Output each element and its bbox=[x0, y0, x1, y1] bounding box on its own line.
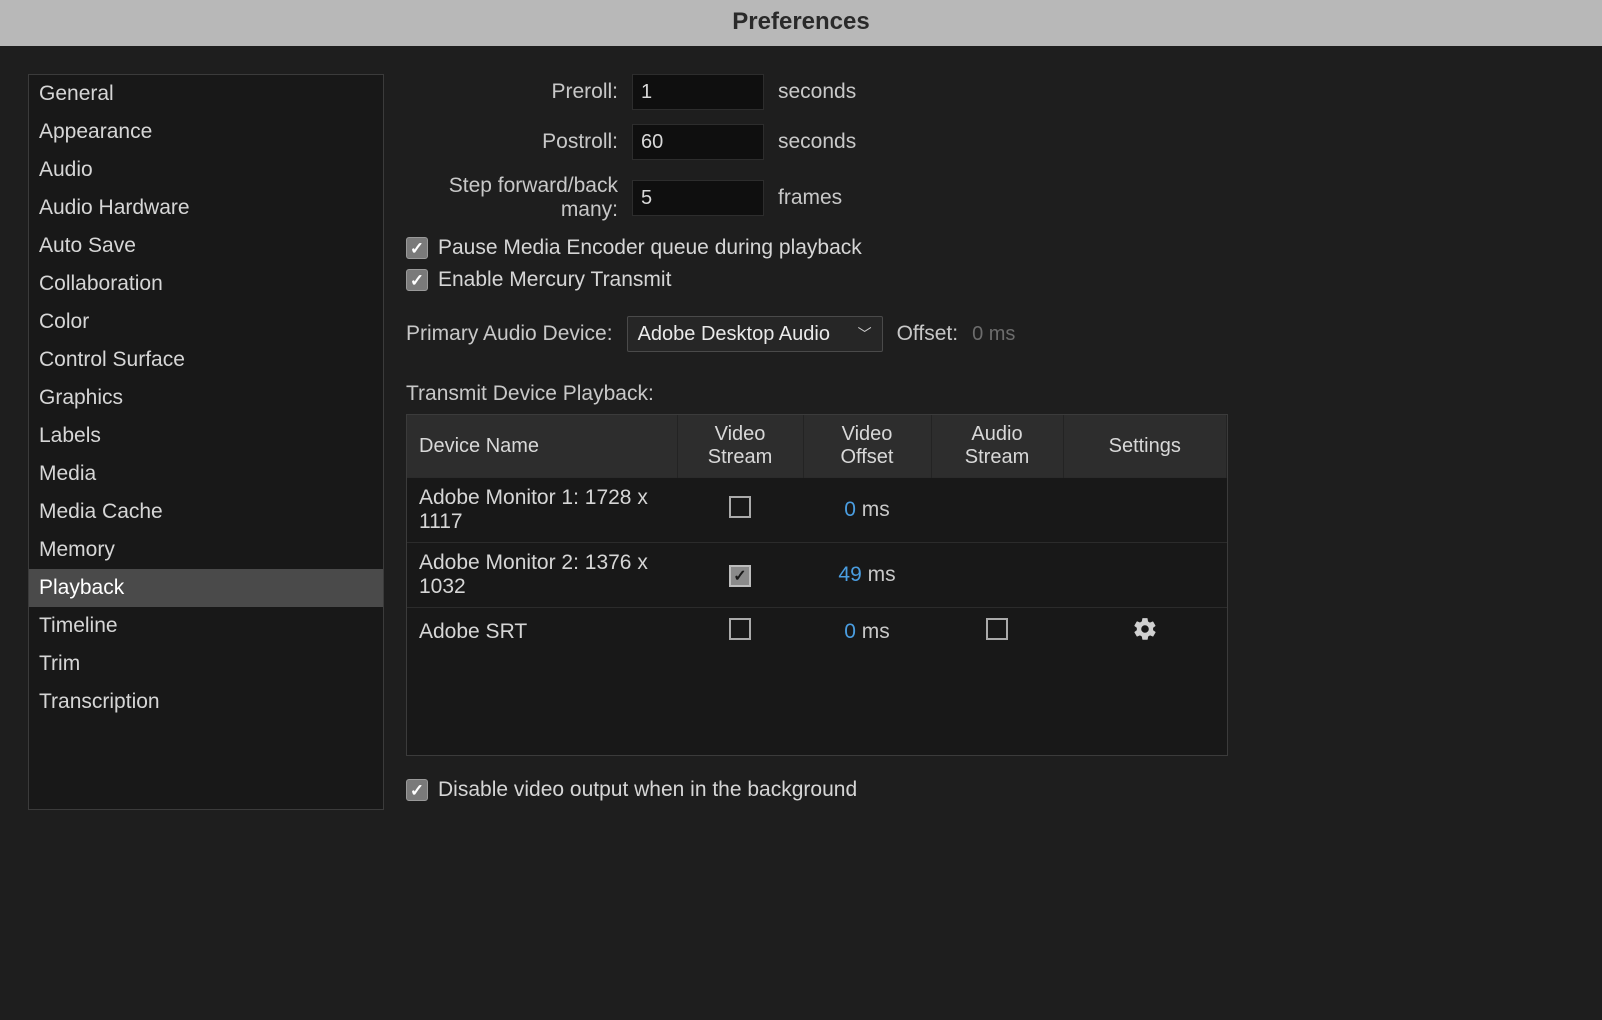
sidebar-item-audio[interactable]: Audio bbox=[29, 151, 383, 189]
device-name-cell: Adobe Monitor 1: 1728 x 1117 bbox=[407, 478, 677, 543]
sidebar-item-graphics[interactable]: Graphics bbox=[29, 379, 383, 417]
sidebar-item-memory[interactable]: Memory bbox=[29, 531, 383, 569]
audio-stream-checkbox[interactable] bbox=[986, 618, 1008, 640]
primary-audio-value: Adobe Desktop Audio bbox=[638, 323, 830, 346]
gear-icon[interactable] bbox=[1132, 616, 1158, 648]
video-stream-checkbox[interactable] bbox=[729, 565, 751, 587]
mercury-transmit-checkbox[interactable] bbox=[406, 269, 428, 291]
video-offset-cell[interactable]: 0 ms bbox=[803, 608, 931, 657]
device-name-cell: Adobe Monitor 2: 1376 x 1032 bbox=[407, 543, 677, 608]
primary-audio-label: Primary Audio Device: bbox=[406, 322, 613, 346]
device-name-cell: Adobe SRT bbox=[407, 608, 677, 657]
preroll-unit: seconds bbox=[778, 80, 856, 104]
sidebar-item-color[interactable]: Color bbox=[29, 303, 383, 341]
sidebar-item-trim[interactable]: Trim bbox=[29, 645, 383, 683]
step-label: Step forward/back many: bbox=[406, 174, 618, 222]
sidebar-item-labels[interactable]: Labels bbox=[29, 417, 383, 455]
col-video-offset[interactable]: Video Offset bbox=[803, 415, 931, 478]
window-title: Preferences bbox=[0, 0, 1602, 46]
step-input[interactable] bbox=[632, 180, 764, 216]
preroll-label: Preroll: bbox=[406, 80, 618, 104]
sidebar-item-timeline[interactable]: Timeline bbox=[29, 607, 383, 645]
video-stream-checkbox[interactable] bbox=[729, 496, 751, 518]
col-device-name[interactable]: Device Name bbox=[407, 415, 677, 478]
transmit-heading: Transmit Device Playback: bbox=[406, 382, 1582, 406]
offset-value: 0 ms bbox=[972, 323, 1015, 346]
postroll-label: Postroll: bbox=[406, 130, 618, 154]
step-unit: frames bbox=[778, 186, 842, 210]
video-offset-cell[interactable]: 49 ms bbox=[803, 543, 931, 608]
col-settings[interactable]: Settings bbox=[1063, 415, 1227, 478]
sidebar-item-control-surface[interactable]: Control Surface bbox=[29, 341, 383, 379]
pause-encoder-label: Pause Media Encoder queue during playbac… bbox=[438, 236, 862, 260]
sidebar-item-playback[interactable]: Playback bbox=[29, 569, 383, 607]
table-row: Adobe Monitor 2: 1376 x 1032 49 ms bbox=[407, 543, 1227, 608]
video-offset-cell[interactable]: 0 ms bbox=[803, 478, 931, 543]
primary-audio-dropdown[interactable]: Adobe Desktop Audio ﹀ bbox=[627, 316, 883, 352]
sidebar-item-media[interactable]: Media bbox=[29, 455, 383, 493]
transmit-table: Device Name Video Stream Video Offset Au… bbox=[406, 414, 1228, 756]
video-stream-checkbox[interactable] bbox=[729, 618, 751, 640]
chevron-down-icon: ﹀ bbox=[858, 324, 872, 344]
pause-encoder-checkbox[interactable] bbox=[406, 237, 428, 259]
col-video-stream[interactable]: Video Stream bbox=[677, 415, 803, 478]
sidebar-item-appearance[interactable]: Appearance bbox=[29, 113, 383, 151]
offset-label: Offset: bbox=[897, 322, 958, 346]
preroll-input[interactable] bbox=[632, 74, 764, 110]
disable-bg-label: Disable video output when in the backgro… bbox=[438, 778, 857, 802]
preferences-sidebar: GeneralAppearanceAudioAudio HardwareAuto… bbox=[28, 74, 384, 810]
table-row: Adobe Monitor 1: 1728 x 1117 0 ms bbox=[407, 478, 1227, 543]
sidebar-item-transcription[interactable]: Transcription bbox=[29, 683, 383, 721]
playback-panel: Preroll: seconds Postroll: seconds Step … bbox=[406, 74, 1592, 810]
sidebar-item-audio-hardware[interactable]: Audio Hardware bbox=[29, 189, 383, 227]
sidebar-item-media-cache[interactable]: Media Cache bbox=[29, 493, 383, 531]
mercury-transmit-label: Enable Mercury Transmit bbox=[438, 268, 671, 292]
sidebar-item-auto-save[interactable]: Auto Save bbox=[29, 227, 383, 265]
table-row: Adobe SRT 0 ms bbox=[407, 608, 1227, 657]
disable-bg-checkbox[interactable] bbox=[406, 779, 428, 801]
postroll-unit: seconds bbox=[778, 130, 856, 154]
sidebar-item-general[interactable]: General bbox=[29, 75, 383, 113]
sidebar-item-collaboration[interactable]: Collaboration bbox=[29, 265, 383, 303]
col-audio-stream[interactable]: Audio Stream bbox=[931, 415, 1063, 478]
postroll-input[interactable] bbox=[632, 124, 764, 160]
